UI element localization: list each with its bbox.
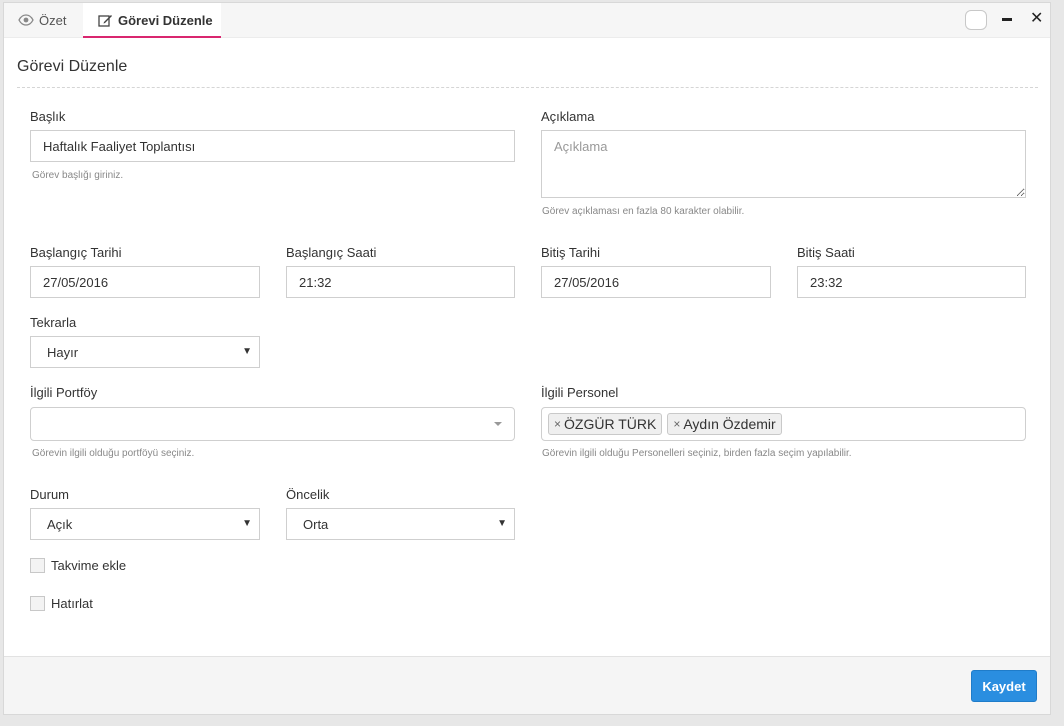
description-help: Görev açıklaması en fazla 80 karakter ol…	[542, 206, 745, 217]
start-time-input[interactable]	[286, 266, 515, 298]
tab-overview-label: Özet	[39, 12, 67, 28]
personnel-multiselect[interactable]: × ÖZGÜR TÜRK × Aydın Özdemir	[541, 407, 1026, 441]
portfolio-label: İlgili Portföy	[30, 385, 98, 400]
description-textarea[interactable]	[541, 130, 1026, 198]
repeat-value: Hayır	[47, 344, 79, 360]
start-date-label: Başlangıç Tarihi	[30, 245, 122, 260]
divider	[17, 87, 1038, 88]
title-input[interactable]	[30, 130, 515, 162]
repeat-select[interactable]: Hayır ▼	[30, 336, 260, 368]
save-button[interactable]: Kaydet	[971, 670, 1037, 702]
add-calendar-label[interactable]: Takvime ekle	[51, 558, 126, 573]
priority-value: Orta	[303, 516, 329, 532]
page-title: Görevi Düzenle	[17, 58, 128, 75]
portfolio-select[interactable]	[30, 407, 515, 441]
close-button[interactable]: ✕	[1030, 11, 1043, 27]
description-label: Açıklama	[541, 109, 595, 124]
end-date-input[interactable]	[541, 266, 771, 298]
caret-down-icon: ▼	[242, 346, 252, 357]
end-time-label: Bitiş Saati	[797, 245, 855, 260]
portfolio-help: Görevin ilgili olduğu portföyü seçiniz.	[32, 448, 195, 459]
caret-down-icon: ▼	[242, 518, 252, 529]
start-time-label: Başlangıç Saati	[286, 245, 377, 260]
tab-bar: Özet Görevi Düzenle ✕	[4, 3, 1050, 38]
title-label: Başlık	[30, 109, 66, 124]
remind-label[interactable]: Hatırlat	[51, 596, 93, 611]
status-select[interactable]: Açık ▼	[30, 508, 260, 540]
remove-tag-icon[interactable]: ×	[554, 417, 561, 431]
tab-edit-label: Görevi Düzenle	[118, 12, 213, 28]
repeat-label: Tekrarla	[30, 315, 77, 330]
start-date-input[interactable]	[30, 266, 260, 298]
minimize-button[interactable]	[1002, 18, 1012, 21]
tab-overview[interactable]: Özet	[18, 3, 66, 37]
footer	[4, 656, 1050, 714]
remove-tag-icon[interactable]: ×	[673, 417, 680, 431]
tab-edit[interactable]: Görevi Düzenle	[83, 3, 221, 38]
end-time-input[interactable]	[797, 266, 1026, 298]
task-edit-window: Özet Görevi Düzenle ✕ Görevi Düzenle Baş…	[3, 2, 1051, 715]
end-date-label: Bitiş Tarihi	[541, 245, 601, 260]
priority-select[interactable]: Orta ▼	[286, 508, 515, 540]
personnel-tag: × Aydın Özdemir	[667, 413, 782, 435]
eye-icon	[18, 14, 34, 26]
page-scrollbar[interactable]	[1056, 0, 1064, 726]
caret-down-icon: ▼	[497, 518, 507, 529]
toggle-button[interactable]	[965, 10, 987, 30]
add-calendar-checkbox[interactable]	[30, 558, 45, 573]
status-label: Durum	[30, 487, 70, 502]
personnel-tag-label: Aydın Özdemir	[683, 416, 776, 432]
title-help: Görev başlığı giriniz.	[32, 170, 124, 181]
personnel-label: İlgili Personel	[541, 385, 619, 400]
priority-label: Öncelik	[286, 487, 330, 502]
remind-checkbox[interactable]	[30, 596, 45, 611]
personnel-tag-label: ÖZGÜR TÜRK	[564, 416, 657, 432]
edit-icon	[98, 13, 113, 27]
personnel-tag: × ÖZGÜR TÜRK	[548, 413, 663, 435]
caret-down-icon	[494, 422, 502, 426]
status-value: Açık	[47, 516, 73, 532]
personnel-help: Görevin ilgili olduğu Personelleri seçin…	[542, 448, 852, 459]
